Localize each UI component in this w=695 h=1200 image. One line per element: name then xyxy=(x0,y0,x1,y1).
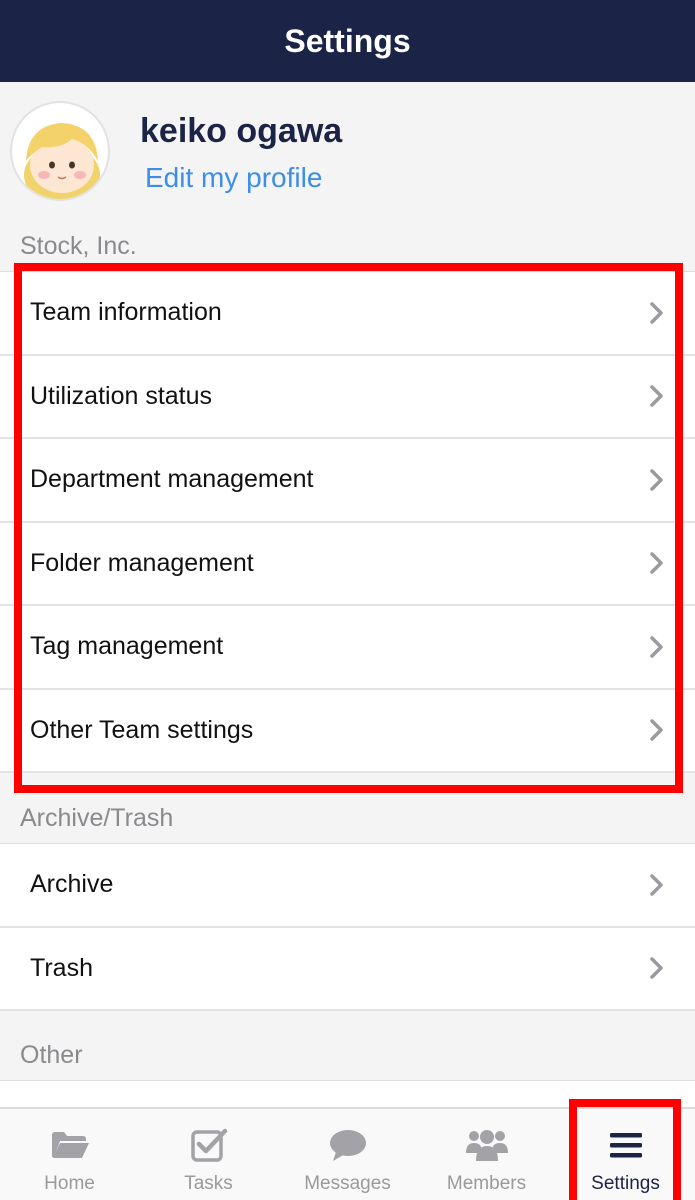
tab-settings[interactable]: Settings xyxy=(556,1109,695,1200)
row-label: Archive xyxy=(30,870,114,899)
edit-profile-link[interactable]: Edit my profile xyxy=(145,162,322,194)
tab-members[interactable]: Members xyxy=(417,1109,556,1200)
section-header-other: Other xyxy=(20,1041,83,1069)
section-header-team: Stock, Inc. xyxy=(20,232,137,260)
chevron-right-icon xyxy=(650,957,663,979)
page-title: Settings xyxy=(284,22,411,59)
section-header-archive-trash: Archive/Trash xyxy=(20,804,174,832)
navigation-bar: Settings xyxy=(0,0,695,82)
chevron-right-icon xyxy=(650,874,663,896)
row-label: Folder management xyxy=(30,548,254,577)
tab-label: Settings xyxy=(591,1173,660,1194)
row-label: Tag management xyxy=(30,632,224,661)
row-label: Other Team settings xyxy=(30,715,254,744)
avatar-illustration xyxy=(24,123,100,199)
archive-row[interactable]: Archive xyxy=(0,844,695,928)
chevron-right-icon xyxy=(650,302,663,324)
tab-tasks[interactable]: Tasks xyxy=(139,1109,278,1200)
team-information-row[interactable]: Team information xyxy=(0,272,695,356)
row-label: Trash xyxy=(30,953,93,982)
trash-row[interactable]: Trash xyxy=(0,928,695,1011)
tab-label: Messages xyxy=(304,1173,391,1194)
other-team-settings-row[interactable]: Other Team settings xyxy=(0,690,695,773)
tab-bar: Home Tasks Messages Members Settings xyxy=(0,1107,695,1200)
folder-management-row[interactable]: Folder management xyxy=(0,523,695,606)
tab-messages[interactable]: Messages xyxy=(278,1109,417,1200)
chevron-right-icon xyxy=(650,385,663,407)
chevron-right-icon xyxy=(650,469,663,491)
team-settings-list: Team information Utilization status Depa… xyxy=(0,271,695,773)
checkbox-icon xyxy=(187,1127,231,1163)
chevron-right-icon xyxy=(650,719,663,741)
tab-label: Tasks xyxy=(184,1173,233,1194)
tag-management-row[interactable]: Tag management xyxy=(0,606,695,690)
tab-label: Home xyxy=(44,1173,95,1194)
tab-home[interactable]: Home xyxy=(0,1109,139,1200)
row-label: Team information xyxy=(30,298,222,327)
speech-bubble-icon xyxy=(326,1127,370,1163)
other-list xyxy=(0,1080,695,1110)
profile-name: keiko ogawa xyxy=(140,112,343,150)
tab-label: Members xyxy=(446,1173,527,1194)
profile-header: keiko ogawa Edit my profile xyxy=(0,82,695,222)
avatar[interactable] xyxy=(10,101,110,201)
row-label: Department management xyxy=(30,465,314,494)
people-icon xyxy=(465,1127,509,1163)
department-management-row[interactable]: Department management xyxy=(0,439,695,523)
utilization-status-row[interactable]: Utilization status xyxy=(0,356,695,439)
archive-trash-list: Archive Trash xyxy=(0,843,695,1011)
folder-icon xyxy=(48,1127,92,1163)
hamburger-menu-icon xyxy=(604,1127,648,1163)
chevron-right-icon xyxy=(650,636,663,658)
row-label: Utilization status xyxy=(30,381,213,410)
chevron-right-icon xyxy=(650,552,663,574)
